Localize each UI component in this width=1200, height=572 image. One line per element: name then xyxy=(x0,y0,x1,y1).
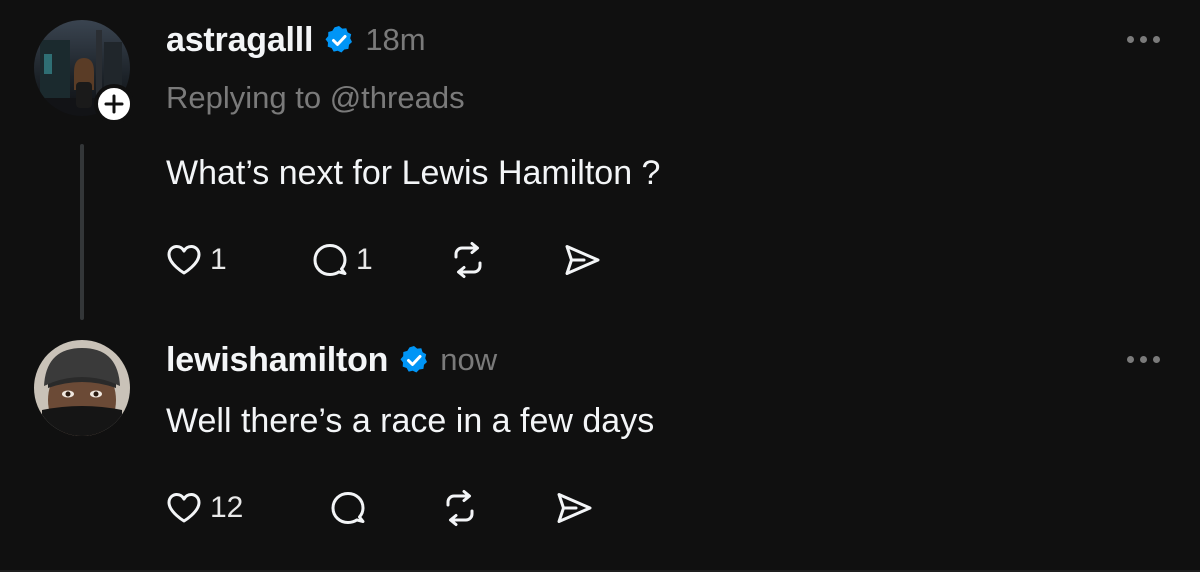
plus-icon xyxy=(104,94,124,114)
verified-badge-icon xyxy=(325,26,353,53)
reply-button[interactable] xyxy=(326,484,370,532)
thread-connector-line xyxy=(80,144,84,320)
like-button[interactable]: 1 xyxy=(162,236,227,284)
username[interactable]: lewishamilton xyxy=(166,341,388,380)
post-text: Well there’s a race in a few days xyxy=(166,402,655,440)
post-text: What’s next for Lewis Hamilton ? xyxy=(166,154,661,192)
heart-icon xyxy=(167,493,201,523)
like-count: 1 xyxy=(210,243,227,276)
like-count: 12 xyxy=(210,491,244,524)
like-button[interactable]: 12 xyxy=(162,484,243,532)
more-icon xyxy=(1127,35,1134,43)
comment-icon xyxy=(331,492,365,524)
repost-icon xyxy=(454,242,482,278)
follow-button[interactable] xyxy=(94,84,134,124)
more-icon xyxy=(1127,355,1134,363)
post-time: 18m xyxy=(365,22,426,57)
username[interactable]: astragalll xyxy=(166,21,314,60)
post-header: lewishamilton now xyxy=(166,338,497,382)
share-button[interactable] xyxy=(552,484,596,532)
send-icon xyxy=(565,245,600,275)
share-button[interactable] xyxy=(560,236,604,284)
post-time: now xyxy=(440,342,498,377)
repost-button[interactable] xyxy=(446,236,490,284)
repost-button[interactable] xyxy=(438,484,482,532)
send-icon xyxy=(557,493,592,523)
repost-icon xyxy=(446,490,474,526)
verified-badge-icon xyxy=(400,346,428,373)
avatar-lewishamilton[interactable] xyxy=(34,340,130,436)
reply-count: 1 xyxy=(356,243,373,276)
heart-icon xyxy=(167,245,201,275)
more-options-button[interactable] xyxy=(1127,34,1160,44)
reply-button[interactable]: 1 xyxy=(308,236,373,284)
replying-to-label[interactable]: Replying to @threads xyxy=(166,80,465,116)
comment-icon xyxy=(313,244,347,276)
post-header: astragalll 18m xyxy=(166,18,426,62)
more-options-button[interactable] xyxy=(1127,354,1160,364)
